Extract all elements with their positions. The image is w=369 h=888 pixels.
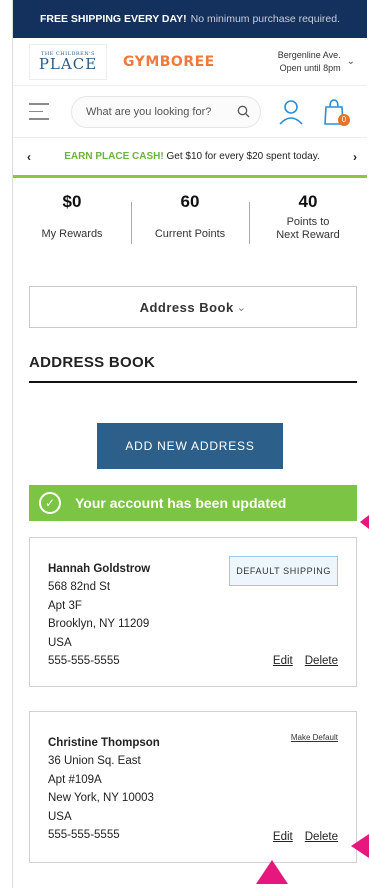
points-label: Current Points: [154, 228, 226, 240]
logo-big-text: PLACE: [38, 55, 98, 73]
default-shipping-badge: DEFAULT SHIPPING: [229, 556, 338, 587]
dropdown-label: Address Book: [139, 299, 234, 315]
next-reward-value: 40: [298, 192, 318, 211]
rewards-summary: $0 My Rewards 60 Current Points 40 Point…: [13, 178, 367, 286]
hamburger-menu-icon[interactable]: [29, 103, 49, 120]
address-card: Hannah Goldstrow 568 82nd St Apt 3F Broo…: [29, 537, 357, 687]
cart-count-badge: 0: [338, 113, 350, 126]
address-country: USA: [48, 636, 72, 649]
address-actions: Edit Delete: [273, 652, 338, 670]
brand-row: THE CHILDREN'S PLACE GYMBOREE Bergenline…: [13, 38, 367, 86]
gymboree-logo[interactable]: GYMBOREE: [123, 54, 215, 70]
store-name: Bergenline Ave.: [277, 50, 341, 61]
delete-link[interactable]: Delete: [305, 828, 338, 846]
address-city: Brooklyn, NY 11209: [48, 618, 150, 631]
address-line2: Apt #109A: [48, 773, 102, 786]
childrens-place-logo[interactable]: THE CHILDREN'S PLACE: [29, 43, 107, 80]
rewards-value: $0: [62, 192, 82, 211]
rewards-label: My Rewards: [41, 228, 103, 240]
make-default-link[interactable]: Make Default: [291, 732, 338, 745]
rewards-item-my-rewards: $0 My Rewards: [13, 192, 131, 286]
chevron-left-icon[interactable]: ‹: [27, 150, 31, 164]
store-selector[interactable]: Bergenline Ave. Open until 8pm ⌄: [278, 49, 355, 73]
account-icon[interactable]: [277, 98, 305, 126]
address-line1: 36 Union Sq. East: [48, 755, 141, 768]
address-city: New York, NY 10003: [48, 792, 154, 805]
address-card: Christine Thompson 36 Union Sq. East Apt…: [29, 711, 357, 863]
next-reward-label: Points to Next Reward: [249, 216, 367, 242]
points-value: 60: [180, 192, 200, 211]
address-actions: Edit Delete: [273, 828, 338, 846]
address-country: USA: [48, 810, 72, 823]
promo-banner[interactable]: ‹ EARN PLACE CASH! Get $10 for every $20…: [13, 138, 367, 178]
pointer-arrow-icon: [351, 834, 369, 858]
rewards-item-next-reward: 40 Points to Next Reward: [249, 192, 367, 286]
search-icon[interactable]: [237, 105, 250, 118]
page-title: ADDRESS BOOK: [29, 354, 357, 383]
app-frame: FREE SHIPPING EVERY DAY! No minimum purc…: [12, 0, 367, 888]
delete-link[interactable]: Delete: [305, 652, 338, 670]
checkmark-circle-icon: ✓: [39, 492, 61, 514]
edit-link[interactable]: Edit: [273, 828, 293, 846]
next-reward-label-line2: Next Reward: [276, 229, 340, 242]
search-row: What are you looking for? 0: [13, 86, 367, 138]
store-hours: Open until 8pm: [279, 62, 341, 73]
shipping-banner-text: No minimum purchase required.: [190, 13, 341, 25]
pointer-arrow-icon: [360, 515, 369, 529]
search-placeholder: What are you looking for?: [86, 105, 212, 118]
success-message-text: Your account has been updated: [75, 495, 287, 511]
rewards-item-current-points: 60 Current Points: [131, 192, 249, 286]
promo-text: Get $10 for every $20 spent today.: [166, 151, 320, 162]
chevron-down-icon: ⌄: [346, 55, 355, 67]
shipping-banner-bold: FREE SHIPPING EVERY DAY!: [39, 13, 187, 25]
shopping-bag-icon[interactable]: 0: [319, 97, 350, 127]
promo-highlight: EARN PLACE CASH!: [64, 151, 164, 162]
chevron-down-icon: ⌄: [236, 301, 247, 314]
edit-link[interactable]: Edit: [273, 652, 293, 670]
next-reward-label-line1: Points to: [286, 216, 330, 228]
pointer-arrow-icon: [256, 860, 288, 884]
success-message: ✓ Your account has been updated: [29, 485, 357, 521]
shipping-banner[interactable]: FREE SHIPPING EVERY DAY! No minimum purc…: [13, 0, 367, 38]
add-new-address-button[interactable]: ADD NEW ADDRESS: [97, 423, 283, 469]
promo-text-wrap: EARN PLACE CASH! Get $10 for every $20 s…: [64, 151, 319, 162]
chevron-right-icon[interactable]: ›: [353, 150, 357, 164]
address-line2: Apt 3F: [48, 599, 82, 612]
search-input[interactable]: What are you looking for?: [71, 95, 261, 128]
account-section-dropdown[interactable]: Address Book ⌄: [29, 286, 357, 328]
